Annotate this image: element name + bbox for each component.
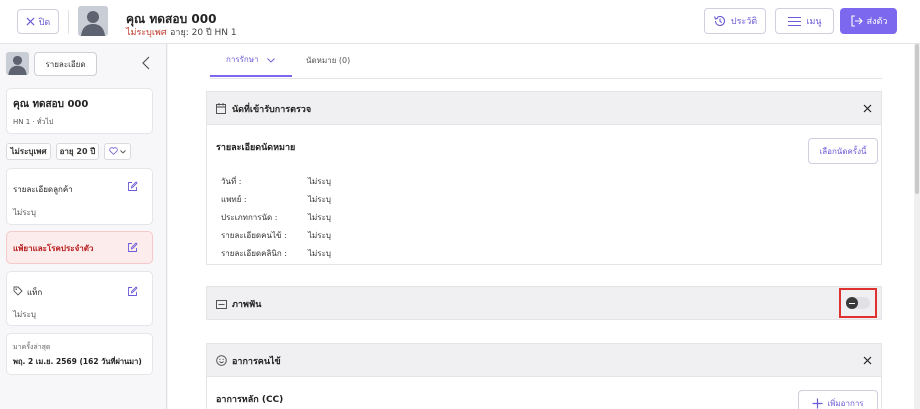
doctor-value: ไม่ระบุ [308, 195, 331, 204]
main-content: การรักษา นัดหมาย (0) นัดที่เข้ารับการตรว… [168, 44, 914, 409]
add-symptom-label: เพิ่มอาการ [827, 398, 864, 408]
heart-icon [109, 146, 118, 157]
patient-gender: ไม่ระบุเพศ [126, 28, 167, 38]
top-bar: ปิด คุณ ทดสอบ 000 ไม่ระบุเพศ อายุ: 20 ปี… [0, 0, 920, 44]
history-icon [713, 14, 727, 28]
close-icon [26, 17, 35, 26]
tab-chevron-down-icon [266, 53, 275, 66]
menu-button[interactable]: เมนู [775, 8, 834, 34]
chevron-down-icon [120, 147, 126, 156]
customer-details-value: ไม่ระบุ [13, 208, 36, 217]
allergy-title: แพ้ยาและโรคประจำตัว [13, 244, 94, 253]
last-visit-card: มาครั้งล่าสุด พฤ. 2 เม.ย. 2569 (162 วันท… [6, 333, 153, 375]
send-button[interactable]: ส่งตัว [840, 8, 897, 34]
edit-allergy-icon[interactable] [127, 242, 138, 256]
date-value: ไม่ระบุ [308, 177, 331, 186]
plus-icon [812, 398, 823, 409]
toggle-knob [846, 297, 858, 309]
dental-photo-toggle[interactable] [846, 297, 870, 309]
customer-details-title: รายละเอียดลูกค้า [13, 185, 73, 194]
appointment-details-title: รายละเอียดนัดหมาย [216, 143, 296, 153]
doctor-label: แพทย์ : [221, 195, 247, 204]
patient-summary-card: คุณ ทดสอบ 000 HN 1 · ทั่วไป [6, 88, 153, 134]
calendar-icon [216, 103, 226, 117]
sidebar-hn-line: HN 1 · ทั่วไป [13, 118, 54, 126]
tab-appointment-label: นัดหมาย (0) [306, 56, 351, 65]
patient-sidebar: รายละเอียด คุณ ทดสอบ 000 HN 1 · ทั่วไป ไ… [0, 44, 167, 409]
dental-photo-title: ภาพฟัน [232, 300, 262, 310]
clinic-details-label: รายละเอียดคลินิก : [221, 249, 287, 258]
details-button-label: รายละเอียด [45, 59, 86, 69]
patient-avatar [78, 6, 108, 36]
sign-out-icon [850, 15, 863, 27]
patient-age-hn: อายุ: 20 ปี HN 1 [170, 28, 237, 38]
patient-details-value: ไม่ระบุ [308, 231, 331, 240]
symptom-section-body: อาการหลัก (CC) เพิ่มอาการ [206, 377, 882, 409]
symptom-section-header[interactable]: อาการคนไข้ [206, 343, 882, 377]
send-button-label: ส่งตัว [866, 17, 888, 27]
close-appointment-icon[interactable] [863, 103, 872, 116]
appointment-type-label: ประเภทการนัด : [221, 213, 278, 222]
appointment-section-body: รายละเอียดนัดหมาย เลือกนัดครั้งนี้ วันที… [206, 125, 882, 265]
photo-icon [216, 299, 227, 312]
tab-underline [210, 78, 882, 79]
details-button[interactable]: รายละเอียด [34, 52, 97, 76]
patient-details-label: รายละเอียดคนไข้ : [221, 231, 287, 240]
header-divider [68, 10, 69, 34]
appointment-section-title: นัดที่เข้ารับการตรวจ [232, 105, 312, 115]
history-button-label: ประวัติ [730, 17, 758, 27]
select-appointment-label: เลือกนัดครั้งนี้ [819, 146, 867, 156]
scrollbar-thumb[interactable] [915, 44, 919, 194]
allergy-card: แพ้ยาและโรคประจำตัว [6, 231, 153, 264]
tab-appointment[interactable]: นัดหมาย (0) [306, 44, 364, 77]
tag-icon [13, 286, 23, 299]
clinic-details-value: ไม่ระบุ [308, 249, 331, 258]
history-button[interactable]: ประวัติ [704, 8, 766, 34]
tag-card: แท็ก ไม่ระบุ [6, 271, 153, 326]
collapse-chevron-icon[interactable] [141, 56, 151, 73]
tag-title: แท็ก [27, 288, 43, 297]
age-chip: อายุ 20 ปี [56, 143, 99, 160]
page-scrollbar[interactable] [914, 44, 920, 409]
sidebar-patient-name: คุณ ทดสอบ 000 [13, 99, 89, 110]
gender-chip: ไม่ระบุเพศ [6, 143, 51, 160]
favorite-dropdown[interactable] [104, 143, 131, 160]
add-symptom-button[interactable]: เพิ่มอาการ [798, 390, 878, 409]
close-symptom-icon[interactable] [863, 355, 872, 368]
menu-button-label: เมนู [806, 17, 822, 27]
edit-tag-icon[interactable] [127, 286, 138, 300]
smile-icon [216, 355, 227, 369]
chief-complaint-title: อาการหลัก (CC) [216, 395, 284, 405]
date-label: วันที่ : [221, 177, 242, 186]
tab-treatment-label: การรักษา [226, 55, 259, 64]
appointment-type-value: ไม่ระบุ [308, 213, 331, 222]
close-button[interactable]: ปิด [17, 9, 59, 34]
customer-details-card: รายละเอียดลูกค้า ไม่ระบุ [6, 168, 153, 225]
last-visit-label: มาครั้งล่าสุด [13, 343, 51, 351]
sidebar-avatar [6, 52, 29, 75]
edit-customer-details-icon[interactable] [127, 181, 138, 195]
dental-photo-section-header[interactable]: ภาพฟัน [206, 286, 882, 320]
tab-treatment[interactable]: การรักษา [210, 44, 292, 77]
last-visit-value: พฤ. 2 เม.ย. 2569 (162 วันที่ผ่านมา) [13, 357, 142, 366]
select-appointment-button[interactable]: เลือกนัดครั้งนี้ [808, 138, 878, 164]
hamburger-icon [787, 16, 802, 27]
appointment-section-header[interactable]: นัดที่เข้ารับการตรวจ [206, 91, 882, 125]
close-button-label: ปิด [38, 17, 51, 28]
symptom-section-title: อาการคนไข้ [232, 357, 281, 367]
tag-value: ไม่ระบุ [13, 310, 36, 319]
